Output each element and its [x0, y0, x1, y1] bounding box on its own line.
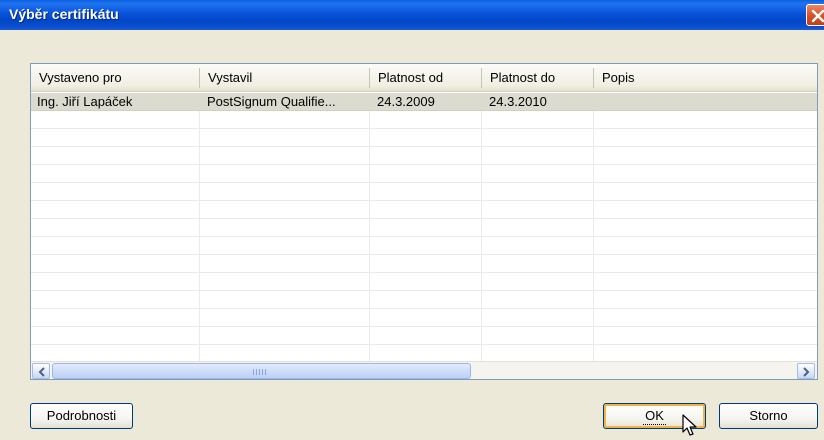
column-header-issued-by[interactable]: Vystavil: [200, 64, 368, 92]
arrow-left-icon: [38, 367, 45, 377]
table-row-selected[interactable]: Ing. Jiří Lapáček PostSignum Qualifie...…: [31, 93, 817, 111]
table-row[interactable]: [31, 291, 817, 309]
close-icon: [811, 9, 824, 23]
scroll-left-button[interactable]: [32, 363, 50, 379]
window-title: Výběr certifikátu: [9, 6, 119, 22]
table-row[interactable]: [31, 201, 817, 219]
table-row[interactable]: [31, 327, 817, 345]
column-header-valid-to[interactable]: Platnost do: [482, 64, 592, 92]
table-row[interactable]: [31, 219, 817, 237]
certificate-list[interactable]: Vystaveno pro Vystavil Platnost od Platn…: [30, 63, 818, 380]
cancel-button-label: Storno: [749, 408, 788, 423]
cell-valid-to: 24.3.2010: [489, 94, 547, 109]
details-button[interactable]: Podrobnosti: [30, 403, 133, 429]
horizontal-scrollbar[interactable]: [31, 361, 817, 379]
arrow-right-icon: [803, 367, 810, 377]
title-bar[interactable]: Výběr certifikátu: [0, 0, 824, 30]
table-row[interactable]: [31, 183, 817, 201]
column-header-issued-to[interactable]: Vystaveno pro: [31, 64, 199, 92]
table-row[interactable]: [31, 111, 817, 129]
cancel-button[interactable]: Storno: [719, 403, 818, 429]
column-header-valid-from[interactable]: Platnost od: [370, 64, 480, 92]
table-row[interactable]: [31, 309, 817, 327]
scroll-thumb[interactable]: [52, 363, 471, 379]
table-row[interactable]: [31, 273, 817, 291]
cell-description: [595, 93, 815, 111]
scroll-right-button[interactable]: [797, 363, 815, 379]
cell-issued-by: PostSignum Qualifie...: [207, 94, 336, 109]
table-row[interactable]: [31, 147, 817, 165]
close-button[interactable]: [806, 4, 824, 26]
list-rows: Ing. Jiří Lapáček PostSignum Qualifie...…: [31, 93, 817, 363]
column-header-description[interactable]: Popis: [594, 64, 814, 92]
table-row[interactable]: [31, 165, 817, 183]
cell-issued-to: Ing. Jiří Lapáček: [37, 94, 133, 109]
scroll-thumb-grip: [253, 369, 267, 375]
cell-valid-from: 24.3.2009: [377, 94, 435, 109]
mouse-pointer-icon: [682, 414, 697, 436]
ok-button-label: OK: [643, 408, 666, 425]
table-row[interactable]: [31, 237, 817, 255]
table-row[interactable]: [31, 255, 817, 273]
list-header: Vystaveno pro Vystavil Platnost od Platn…: [31, 64, 817, 92]
table-row[interactable]: [31, 129, 817, 147]
details-button-label: Podrobnosti: [46, 408, 117, 423]
